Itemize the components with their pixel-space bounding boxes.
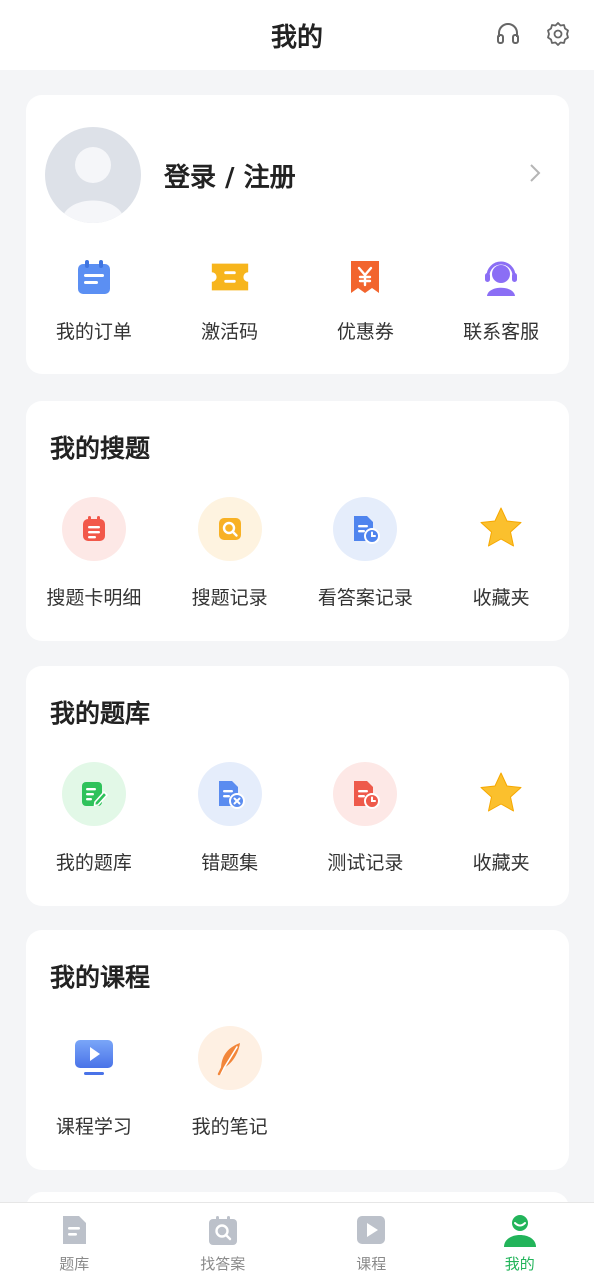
answer-record-button[interactable]: 看答案记录 — [298, 497, 434, 610]
my-notes-button[interactable]: 我的笔记 — [162, 1026, 298, 1139]
item-label: 课程学习 — [55, 1116, 132, 1138]
tab-profile[interactable]: 我的 — [446, 1203, 594, 1280]
tab-find-answer[interactable]: 找答案 — [149, 1203, 298, 1280]
customer-service-icon — [479, 255, 523, 299]
answer-record-icon — [333, 497, 398, 561]
course-items: 课程学习 我的笔记 — [26, 1026, 569, 1139]
tab-label: 我的 — [504, 1255, 535, 1273]
user-card: 登录 / 注册 我的订单 激活码 优惠券 联系客服 — [26, 95, 569, 374]
search-card-icon — [61, 497, 126, 561]
tab-courses[interactable]: 课程 — [297, 1203, 446, 1280]
wrong-questions-button[interactable]: 错题集 — [162, 762, 298, 875]
star-icon — [469, 762, 534, 826]
tab-label: 课程 — [356, 1255, 387, 1273]
contact-service-button[interactable]: 联系客服 — [433, 255, 569, 344]
section-title: 我的题库 — [50, 699, 151, 728]
my-question-bank-card: 我的题库 我的题库 错题集 测试记录 收藏夹 — [26, 666, 569, 906]
tab-label: 找答案 — [200, 1255, 246, 1273]
my-courses-card: 我的课程 课程学习 我的笔记 — [26, 930, 569, 1170]
search-items: 搜题卡明细 搜题记录 看答案记录 收藏夹 — [26, 497, 569, 610]
item-label: 我的笔记 — [191, 1116, 268, 1138]
bank-items: 我的题库 错题集 测试记录 收藏夹 — [26, 762, 569, 875]
activation-code-button[interactable]: 激活码 — [162, 255, 298, 344]
my-search-card: 我的搜题 搜题卡明细 搜题记录 看答案记录 收藏夹 — [26, 401, 569, 641]
coupon-yen-icon — [343, 255, 387, 299]
video-screen-icon — [61, 1026, 126, 1090]
coupon-button[interactable]: 优惠券 — [298, 255, 434, 344]
chevron-right-icon[interactable] — [525, 161, 545, 185]
item-label: 搜题记录 — [191, 587, 268, 609]
search-record-button[interactable]: 搜题记录 — [162, 497, 298, 610]
contact-service-label: 联系客服 — [463, 321, 540, 343]
avatar[interactable] — [45, 127, 141, 223]
test-record-icon — [333, 762, 398, 826]
item-label: 搜题卡明细 — [46, 587, 142, 609]
star-icon — [469, 497, 534, 561]
quick-actions: 我的订单 激活码 优惠券 联系客服 — [26, 255, 569, 344]
wrong-doc-icon — [197, 762, 262, 826]
feather-icon — [197, 1026, 262, 1090]
top-bar: 我的 — [0, 0, 594, 70]
item-label: 我的题库 — [55, 852, 132, 874]
bank-favorites-button[interactable]: 收藏夹 — [433, 762, 569, 875]
section-title: 我的课程 — [50, 963, 151, 992]
my-orders-button[interactable]: 我的订单 — [26, 255, 162, 344]
settings-gear-icon[interactable] — [544, 20, 572, 48]
search-record-icon — [197, 497, 262, 561]
course-play-icon — [357, 1216, 386, 1244]
headset-icon[interactable] — [494, 20, 522, 48]
test-record-button[interactable]: 测试记录 — [298, 762, 434, 875]
activation-code-label: 激活码 — [201, 321, 259, 343]
favorites-button[interactable]: 收藏夹 — [433, 497, 569, 610]
login-register-link[interactable]: 登录 / 注册 — [164, 157, 296, 194]
header-actions — [494, 20, 572, 48]
page-title: 我的 — [270, 22, 323, 53]
section-title: 我的搜题 — [50, 434, 151, 463]
item-label: 测试记录 — [327, 852, 404, 874]
tab-question-bank[interactable]: 题库 — [0, 1203, 149, 1280]
item-label: 看答案记录 — [317, 587, 413, 609]
course-study-button[interactable]: 课程学习 — [26, 1026, 162, 1139]
edit-doc-icon — [61, 762, 126, 826]
coupon-label: 优惠券 — [336, 321, 394, 343]
item-label: 收藏夹 — [472, 587, 530, 609]
item-label: 收藏夹 — [472, 852, 530, 874]
item-label: 错题集 — [201, 852, 259, 874]
order-calendar-icon — [72, 255, 116, 299]
ticket-icon — [208, 255, 252, 299]
tab-label: 题库 — [59, 1255, 90, 1273]
profile-icon — [503, 1215, 536, 1247]
my-question-bank-button[interactable]: 我的题库 — [26, 762, 162, 875]
find-answer-icon — [208, 1216, 237, 1245]
my-orders-label: 我的订单 — [55, 321, 132, 343]
bottom-tab-bar: 题库 找答案 课程 我的 — [0, 1202, 594, 1280]
question-bank-icon — [63, 1216, 87, 1244]
search-card-detail-button[interactable]: 搜题卡明细 — [26, 497, 162, 610]
